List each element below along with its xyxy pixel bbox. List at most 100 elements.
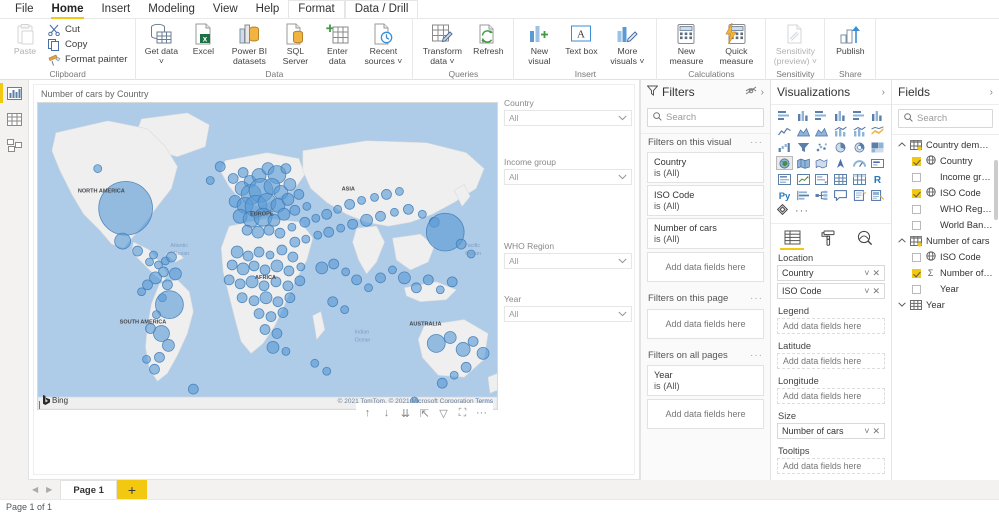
- visualization-extra-icons[interactable]: ···: [771, 202, 891, 221]
- map-area[interactable]: NORTH AMERICA SOUTH AMERICA EUROPE ASIA AFRI…: [37, 102, 498, 410]
- menu-item-modeling[interactable]: Modeling: [139, 1, 204, 18]
- map-bubble[interactable]: [242, 250, 254, 262]
- map-bubble[interactable]: [333, 204, 343, 214]
- filter-drop-zone[interactable]: Add data fields here: [647, 309, 764, 339]
- map-bubble[interactable]: [375, 210, 386, 222]
- python-visual-icon[interactable]: Py: [776, 188, 793, 202]
- map-bubble[interactable]: [302, 201, 312, 211]
- rail-item-data-view[interactable]: [0, 106, 28, 132]
- map-bubble[interactable]: [271, 328, 283, 339]
- chevron-right-icon[interactable]: ›: [882, 87, 885, 98]
- map-bubble[interactable]: [347, 218, 359, 230]
- menu-item-home[interactable]: Home: [43, 1, 93, 19]
- decomposition-tree-icon[interactable]: [814, 188, 831, 202]
- map-bubble[interactable]: [476, 347, 490, 360]
- line-clustered-column-icon[interactable]: [851, 124, 868, 138]
- filter-card[interactable]: ISO Code is (All): [647, 185, 764, 216]
- well-chip[interactable]: Number of cars ˅ ✕: [777, 423, 885, 439]
- visualization-field-wells[interactable]: Location Country ˅ ✕ ISO Code ˅ ✕ Legend Add dat…: [771, 248, 891, 474]
- ribbon-button-sql-server[interactable]: SQL Server: [274, 21, 316, 66]
- map-bubble[interactable]: [265, 311, 277, 322]
- map-bubble[interactable]: [263, 224, 275, 236]
- map-bubble[interactable]: [410, 282, 422, 294]
- more-options-icon[interactable]: ···: [750, 293, 763, 304]
- report-page[interactable]: Number of cars by Country NORTH AMERICA …: [33, 84, 635, 475]
- map-bubble[interactable]: [328, 258, 340, 270]
- map-bubble[interactable]: [258, 280, 270, 292]
- treemap-icon[interactable]: [869, 140, 886, 154]
- map-bubble[interactable]: [321, 208, 333, 220]
- drill-down-icon[interactable]: ↓: [378, 405, 395, 421]
- map-bubble[interactable]: [403, 203, 414, 215]
- fields-pane[interactable]: Fields › Search Country demogr... Country…: [891, 80, 999, 480]
- filter-card[interactable]: Year is (All): [647, 365, 764, 396]
- map-bubble[interactable]: [340, 305, 350, 315]
- map-bubble[interactable]: [283, 265, 295, 277]
- smart-narrative-icon[interactable]: [851, 188, 868, 202]
- map-bubble[interactable]: [395, 187, 404, 196]
- map-bubble[interactable]: [272, 296, 284, 308]
- field-income-gro[interactable]: Income gro...: [892, 169, 999, 185]
- map-bubble[interactable]: [390, 207, 399, 217]
- fields-scrollbar[interactable]: [994, 160, 998, 220]
- drill-up-icon[interactable]: ↑: [359, 405, 376, 421]
- filter-drop-zone[interactable]: Add data fields here: [647, 399, 764, 429]
- map-bubble[interactable]: [132, 245, 143, 257]
- fields-search-input[interactable]: Search: [898, 109, 993, 128]
- map-bubble[interactable]: [370, 193, 379, 202]
- ribbon-button-cut[interactable]: Cut: [46, 22, 131, 37]
- map-bubble[interactable]: [287, 222, 297, 232]
- map-bubble[interactable]: [443, 331, 457, 344]
- field-year[interactable]: Year: [892, 281, 999, 297]
- ribbon-button-more-visuals[interactable]: More visuals ˅: [602, 21, 652, 66]
- donut-chart-icon[interactable]: [851, 140, 868, 154]
- slicer-dropdown[interactable]: All: [504, 253, 632, 269]
- visualizations-pane[interactable]: Visualizations › R Py ··· Location Country…: [770, 80, 891, 480]
- map-bubble[interactable]: [187, 383, 199, 395]
- map-bubble[interactable]: [446, 276, 458, 288]
- map-bubble[interactable]: [455, 342, 471, 357]
- gauge-icon[interactable]: [851, 156, 868, 170]
- filter-icon[interactable]: ▽: [435, 405, 452, 421]
- slicer-dropdown[interactable]: All: [504, 110, 632, 126]
- ribbon-button-sensitivity-preview[interactable]: Sensitivity (preview) ˅: [770, 21, 820, 66]
- field-checkbox[interactable]: [912, 284, 921, 294]
- map-bubble[interactable]: [114, 232, 131, 250]
- rail-item-report-view[interactable]: [0, 80, 28, 106]
- ribbon-button-new-visual[interactable]: New visual: [518, 21, 560, 66]
- map-bubble[interactable]: [280, 163, 292, 174]
- field-iso-code[interactable]: ISO Code: [892, 185, 999, 201]
- map-bubble[interactable]: [388, 265, 397, 275]
- chevron-left-icon[interactable]: ◀: [32, 485, 38, 494]
- map-bubble[interactable]: [149, 363, 160, 375]
- field-checkbox[interactable]: [912, 188, 921, 198]
- eye-hide-icon[interactable]: [745, 86, 757, 98]
- ribbon-chart-icon[interactable]: [869, 124, 886, 138]
- ribbon-button-copy[interactable]: Copy: [46, 37, 131, 52]
- visual-header-toolbar[interactable]: ↑ ↓ ⇊ ⇱ ▽ ⛶ ···: [356, 403, 493, 423]
- map-bubble[interactable]: [360, 213, 373, 227]
- map-bubble[interactable]: [152, 310, 161, 319]
- map-bubble[interactable]: [322, 366, 332, 376]
- get-more-visuals-icon[interactable]: [776, 203, 789, 218]
- filled-map-icon[interactable]: [795, 156, 812, 170]
- map-bubble[interactable]: [344, 198, 356, 210]
- menu-item-insert[interactable]: Insert: [92, 1, 139, 18]
- map-bubble[interactable]: [341, 267, 351, 277]
- map-bubble[interactable]: [281, 193, 295, 206]
- map-bubble[interactable]: [336, 223, 346, 233]
- map-bubble[interactable]: [426, 334, 446, 353]
- field-checkbox[interactable]: [912, 252, 921, 262]
- field-checkbox[interactable]: [912, 220, 921, 230]
- chevron-up-icon[interactable]: [898, 237, 906, 245]
- scatter-chart-icon[interactable]: [814, 140, 831, 154]
- filter-card[interactable]: Number of cars is (All): [647, 218, 764, 249]
- map-bubble[interactable]: [276, 244, 288, 256]
- chevron-down-icon[interactable]: [618, 309, 627, 319]
- ribbon-button-new-measure[interactable]: New measure: [661, 21, 711, 66]
- ribbon-button-quick-measure[interactable]: Quick measure: [711, 21, 761, 66]
- slicer-icon[interactable]: [814, 172, 831, 186]
- analytics-tab[interactable]: [853, 228, 875, 248]
- visualization-type-grid[interactable]: R Py: [771, 105, 891, 202]
- map-bubble[interactable]: [435, 285, 445, 295]
